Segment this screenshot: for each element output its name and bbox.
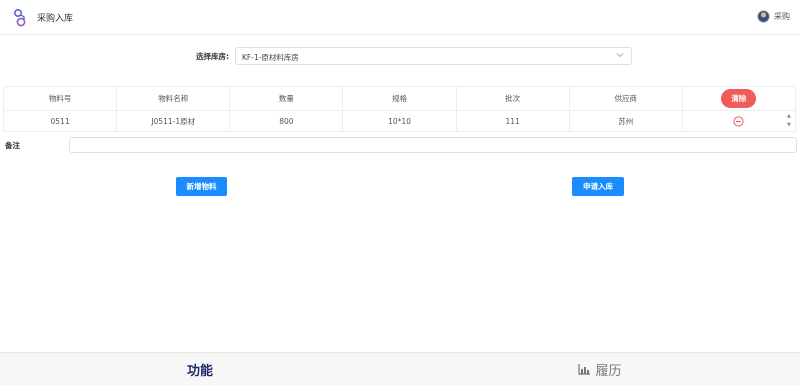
column-header-material-no: 物料号 — [4, 87, 118, 110]
remarks-label: 备注 — [5, 141, 20, 150]
cell-supplier: 苏州 — [570, 111, 683, 131]
app-root: 采购入库 采购 选择库房: KF-1-原材料库房 物料号 物料名称 数量 规格 … — [0, 0, 800, 385]
apply-stock-in-button[interactable]: 申请入库 — [572, 177, 624, 196]
warehouse-select-value: KF-1-原材料库房 — [242, 53, 299, 62]
column-header-spec: 规格 — [343, 87, 457, 110]
remarks-input[interactable] — [69, 137, 797, 153]
row-scroll-arrows[interactable]: ▲ ▼ — [787, 113, 793, 128]
clear-button[interactable]: 清除 — [721, 89, 757, 108]
tab-function[interactable]: 功能 — [0, 353, 400, 385]
caret-down-icon[interactable]: ▼ — [787, 122, 793, 128]
user-menu[interactable]: 采购 — [757, 10, 790, 23]
cell-material-no: 0511 — [4, 111, 118, 131]
table-row: 0511 J0511-1原材 800 10*10 111 苏州 ▲ ▼ — [3, 111, 796, 132]
tab-function-label: 功能 — [186, 363, 213, 379]
table-header: 物料号 物料名称 数量 规格 批次 供应商 清除 — [3, 86, 796, 111]
column-header-actions: 清除 — [683, 87, 795, 110]
warehouse-label: 选择库房: — [196, 52, 229, 61]
cell-actions: ▲ ▼ — [683, 111, 795, 131]
column-header-supplier: 供应商 — [570, 87, 683, 110]
cell-quantity: 800 — [230, 111, 344, 131]
bottom-nav: 功能 履历 — [0, 352, 800, 385]
cell-batch: 111 — [457, 111, 570, 131]
chevron-down-icon — [616, 53, 624, 58]
tab-history[interactable]: 履历 — [400, 353, 800, 385]
warehouse-row: 选择库房: KF-1-原材料库房 — [0, 47, 800, 65]
column-header-quantity: 数量 — [230, 87, 344, 110]
app-logo-icon — [13, 8, 26, 27]
column-header-material-name: 物料名称 — [117, 87, 231, 110]
cell-material-name: J0511-1原材 — [117, 111, 231, 131]
warehouse-select[interactable]: KF-1-原材料库房 — [235, 47, 632, 65]
remove-row-icon[interactable] — [733, 115, 745, 127]
avatar[interactable] — [757, 10, 770, 23]
material-table: 物料号 物料名称 数量 规格 批次 供应商 清除 0511 J0511-1原材 … — [3, 86, 796, 132]
chart-icon — [578, 363, 591, 375]
user-name[interactable]: 采购 — [774, 11, 790, 22]
add-material-button[interactable]: 新增物料 — [176, 177, 227, 196]
caret-up-icon[interactable]: ▲ — [787, 113, 793, 119]
page-title: 采购入库 — [37, 14, 74, 24]
tab-history-label: 履历 — [595, 363, 622, 379]
cell-spec: 10*10 — [343, 111, 457, 131]
top-header: 采购入库 采购 — [0, 0, 800, 35]
column-header-batch: 批次 — [457, 87, 570, 110]
